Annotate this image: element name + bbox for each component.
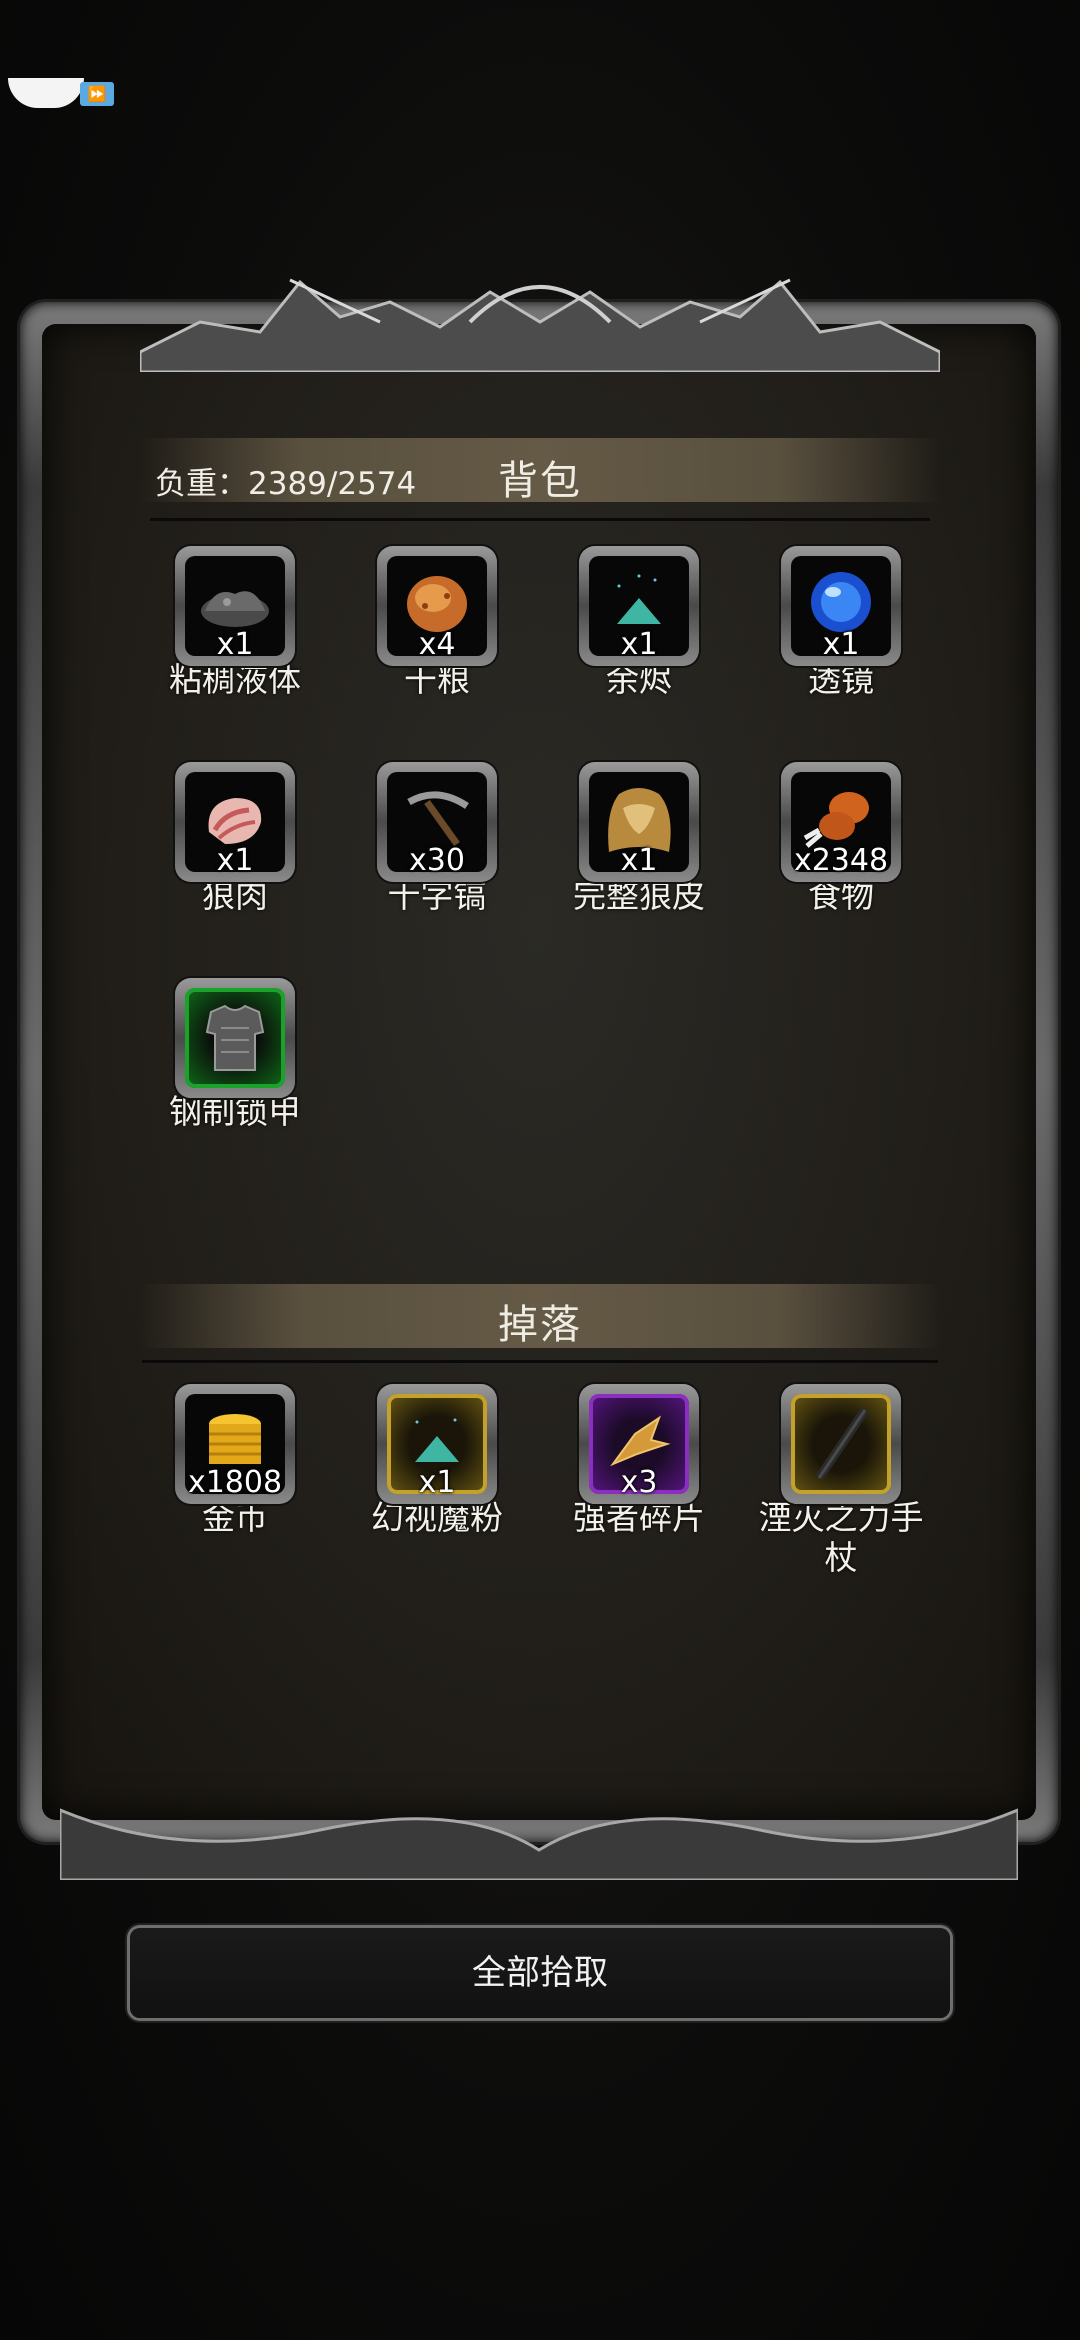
frame-crest-ornament bbox=[140, 278, 940, 372]
drop-slot[interactable]: x1 幻视魔粉 bbox=[325, 1384, 525, 1538]
chainmail-armor-icon bbox=[205, 1004, 265, 1071]
item-name: 金币 bbox=[202, 1498, 268, 1537]
item-frame bbox=[175, 978, 295, 1098]
item-quantity: x30 bbox=[409, 843, 465, 878]
item-frame: x1 bbox=[175, 546, 295, 666]
inventory-slot[interactable]: x2348 食物 bbox=[729, 762, 929, 916]
inventory-header-rule bbox=[150, 518, 930, 521]
drops-header-rule bbox=[142, 1360, 938, 1363]
item-name: 干粮 bbox=[404, 660, 470, 699]
inventory-title: 背包 bbox=[498, 458, 582, 504]
item-name: 强者碎片 bbox=[573, 1498, 705, 1537]
drop-slot[interactable]: x3 强者碎片 bbox=[527, 1384, 727, 1538]
inventory-slot[interactable]: x1 余烬 bbox=[527, 546, 727, 700]
inventory-slot[interactable]: x1 透镜 bbox=[729, 546, 929, 700]
drops-title: 掉落 bbox=[498, 1302, 582, 1348]
item-name: 狼肉 bbox=[202, 876, 268, 915]
item-frame: x4 bbox=[377, 546, 497, 666]
inventory-slot[interactable]: x30 十字镐 bbox=[325, 762, 525, 916]
item-name: 湮灭之力手 杖 bbox=[741, 1498, 941, 1578]
item-quantity: x1 bbox=[418, 1465, 456, 1500]
toggle-pill bbox=[8, 78, 84, 108]
speed-toggle[interactable]: ⏩ bbox=[8, 78, 114, 108]
item-name: 钢制锁甲 bbox=[169, 1092, 301, 1131]
item-frame bbox=[781, 1384, 901, 1504]
item-frame: x1 bbox=[175, 762, 295, 882]
item-quantity: x1 bbox=[216, 627, 254, 662]
item-name: 透镜 bbox=[808, 660, 874, 699]
inventory-slot[interactable]: x1 完整狼皮 bbox=[527, 762, 727, 916]
item-quantity: x1 bbox=[822, 627, 860, 662]
item-quantity: x1 bbox=[216, 843, 254, 878]
pickup-all-button[interactable]: 全部拾取 bbox=[130, 1928, 950, 2018]
item-frame: x3 bbox=[579, 1384, 699, 1504]
item-quantity: x4 bbox=[418, 627, 456, 662]
item-name: 完整狼皮 bbox=[573, 876, 705, 915]
item-quantity: x2348 bbox=[793, 843, 889, 878]
frame-bottom-ornament bbox=[60, 1808, 1018, 1880]
item-frame: x1 bbox=[781, 546, 901, 666]
item-name: 余烬 bbox=[606, 660, 672, 699]
item-frame: x1 bbox=[579, 762, 699, 882]
inventory-slot[interactable]: x1 粘稠液体 bbox=[123, 546, 323, 700]
item-quantity: x1 bbox=[620, 843, 658, 878]
item-name: 食物 bbox=[808, 876, 874, 915]
inventory-slot[interactable]: x1 狼肉 bbox=[123, 762, 323, 916]
item-frame: x1 bbox=[579, 546, 699, 666]
drop-slot[interactable]: 湮灭之力手 杖 bbox=[729, 1384, 929, 1578]
item-quantity: x1 bbox=[620, 627, 658, 662]
item-frame: x1808 bbox=[175, 1384, 295, 1504]
drop-slot[interactable]: x1808 金币 bbox=[123, 1384, 323, 1538]
inventory-slot[interactable]: 钢制锁甲 bbox=[123, 978, 323, 1132]
item-frame: x30 bbox=[377, 762, 497, 882]
item-frame: x2348 bbox=[781, 762, 901, 882]
staff-icon bbox=[815, 1407, 869, 1481]
item-name: 粘稠液体 bbox=[169, 660, 301, 699]
item-name: 十字镐 bbox=[387, 876, 487, 915]
item-name-line: 湮灭之力手 bbox=[758, 1498, 924, 1537]
item-quantity: x1808 bbox=[187, 1465, 283, 1500]
item-name: 幻视魔粉 bbox=[371, 1498, 503, 1537]
pickup-all-label: 全部拾取 bbox=[472, 1953, 608, 1993]
inventory-slot[interactable]: x4 干粮 bbox=[325, 546, 525, 700]
item-name-line: 杖 bbox=[824, 1538, 858, 1577]
item-quantity: x3 bbox=[620, 1465, 658, 1500]
item-frame: x1 bbox=[377, 1384, 497, 1504]
fast-forward-icon[interactable]: ⏩ bbox=[80, 82, 114, 106]
